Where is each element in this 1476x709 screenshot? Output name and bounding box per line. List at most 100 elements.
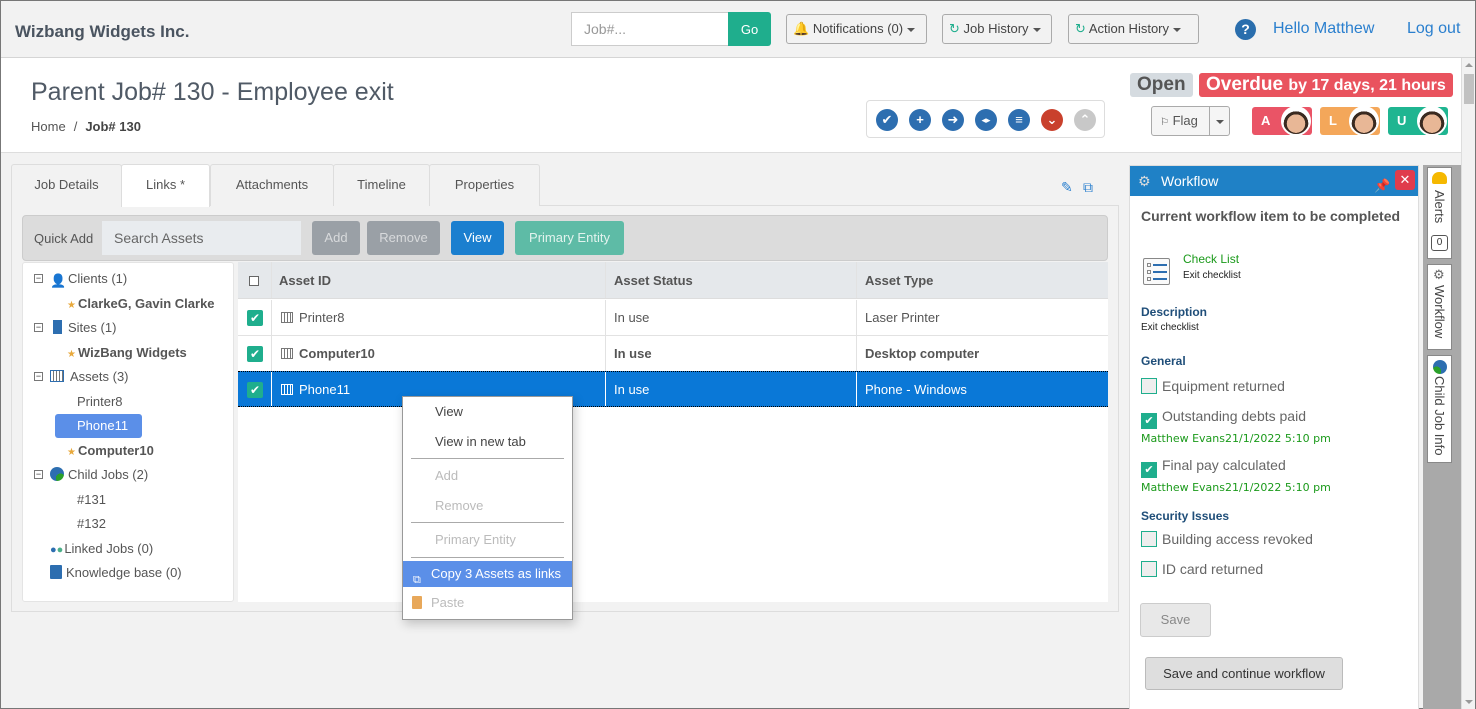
collapse-down-icon[interactable]: ⌄ — [1041, 109, 1063, 131]
complete-action-icon[interactable]: ✔ — [876, 109, 898, 131]
tree-node-child-jobs[interactable]: Child Jobs (2) — [50, 467, 148, 482]
tab-links[interactable]: Links * — [121, 164, 210, 207]
tree-node-knowledge-base[interactable]: Knowledge base (0) — [50, 565, 182, 580]
scroll-up-arrow[interactable] — [1465, 63, 1473, 67]
workflow-panel: ⚙ Workflow 📌 ✕ Current workflow item to … — [1129, 165, 1419, 709]
save-button[interactable]: Save — [1140, 603, 1211, 637]
add-action-icon[interactable]: + — [909, 109, 931, 131]
column-header-asset-status[interactable]: Asset Status — [614, 273, 693, 288]
menu-item-add[interactable]: Add — [403, 463, 572, 489]
tree-node-asset-selected[interactable]: Phone11 — [55, 414, 142, 438]
edit-icon[interactable]: ✎ — [1061, 179, 1077, 195]
primary-entity-button[interactable]: Primary Entity — [515, 221, 624, 255]
menu-item-copy-links[interactable]: ⧉ Copy 3 Assets as links — [403, 561, 572, 587]
checkbox-checked[interactable]: ✔ — [1141, 462, 1157, 478]
search-assets-input[interactable]: Search Assets — [102, 221, 301, 255]
menu-item-remove[interactable]: Remove — [403, 493, 572, 519]
add-button[interactable]: Add — [312, 221, 360, 255]
tab-job-details[interactable]: Job Details — [11, 164, 122, 206]
close-icon[interactable]: ✕ — [1395, 170, 1415, 190]
select-all-checkbox[interactable] — [249, 276, 259, 286]
job-history-label: Job History — [963, 21, 1029, 36]
collapse-sites-toggle[interactable]: − — [34, 323, 43, 332]
flag-dropdown-toggle[interactable] — [1209, 106, 1230, 136]
checkbox[interactable] — [1141, 561, 1157, 577]
checklist-item-building-access[interactable]: Building access revoked — [1141, 531, 1313, 547]
job-search-input[interactable]: Job#... — [571, 12, 729, 46]
asset-id-cell: Computer10 — [281, 346, 375, 361]
checklist-item-equipment-returned[interactable]: Equipment returned — [1141, 378, 1285, 394]
assignee-u-badge[interactable]: U — [1388, 106, 1448, 136]
job-history-dropdown[interactable]: ↻ Job History — [942, 14, 1052, 44]
tree-node-site[interactable]: ★ WizBang Widgets — [67, 345, 187, 360]
menu-item-view[interactable]: View — [403, 399, 572, 425]
rail-tab-child-job-info[interactable]: Child Job Info — [1427, 355, 1452, 463]
help-icon[interactable]: ? — [1235, 19, 1256, 40]
save-continue-workflow-button[interactable]: Save and continue workflow — [1145, 657, 1343, 690]
tab-properties[interactable]: Properties — [429, 164, 540, 206]
breadcrumb-home[interactable]: Home — [31, 119, 66, 134]
star-icon: ★ — [67, 447, 76, 458]
pin-icon[interactable]: 📌 — [1374, 171, 1390, 201]
checkbox[interactable] — [1141, 378, 1157, 394]
row-checkbox[interactable]: ✔ — [247, 310, 263, 326]
view-button[interactable]: View — [451, 221, 504, 255]
rail-tab-workflow[interactable]: ⚙ Workflow — [1427, 264, 1452, 350]
expand-up-icon[interactable]: ⌃ — [1074, 109, 1096, 131]
checklist-subtitle: Exit checklist — [1183, 270, 1241, 281]
copy-icon[interactable]: ⧉ — [1083, 179, 1099, 195]
go-button[interactable]: Go — [728, 12, 771, 46]
brand-name[interactable]: Wizbang Widgets Inc. — [15, 22, 189, 42]
tree-node-asset[interactable]: ★ Computer10 — [67, 443, 154, 458]
table-row-selected[interactable]: ✔ Phone11 In use Phone - Windows — [238, 371, 1108, 407]
child-job-icon — [1433, 360, 1447, 374]
table-row[interactable]: ✔ Computer10 In use Desktop computer — [238, 336, 1108, 372]
person-letter: U — [1397, 113, 1407, 128]
checklist-item-outstanding-debts[interactable]: ✔ Outstanding debts paid — [1141, 408, 1306, 429]
tab-attachments[interactable]: Attachments — [210, 164, 334, 206]
tree-node-linked-jobs[interactable]: ●●Linked Jobs (0) — [50, 541, 153, 556]
tab-timeline[interactable]: Timeline — [333, 164, 430, 206]
remove-button[interactable]: Remove — [367, 221, 440, 255]
assignee-l-badge[interactable]: L — [1320, 106, 1380, 136]
checklist-item-final-pay[interactable]: ✔ Final pay calculated — [1141, 457, 1286, 478]
tree-node-clients[interactable]: 👤 Clients (1) — [50, 271, 127, 288]
tree-node-child-job[interactable]: #131 — [77, 492, 106, 507]
user-greeting-link[interactable]: Hello Matthew — [1273, 20, 1374, 38]
collapse-child-jobs-toggle[interactable]: − — [34, 470, 43, 479]
row-checkbox[interactable]: ✔ — [247, 382, 263, 398]
action-history-dropdown[interactable]: ↻ Action History — [1068, 14, 1199, 44]
job-action-toolbar: ✔ + ➜ ◂▸ ≡ ⌄ ⌃ — [866, 100, 1105, 138]
menu-item-primary-entity[interactable]: Primary Entity — [403, 527, 572, 553]
rail-tab-alerts[interactable]: Alerts 0 — [1427, 167, 1452, 259]
workflow-gears-icon: ⚙ — [1433, 267, 1445, 282]
scroll-down-arrow[interactable] — [1465, 700, 1473, 704]
menu-item-view-new-tab[interactable]: View in new tab — [403, 429, 572, 455]
checkbox-checked[interactable]: ✔ — [1141, 413, 1157, 429]
checklist-link[interactable]: Check List — [1183, 252, 1239, 266]
split-action-icon[interactable]: ◂▸ — [975, 109, 997, 131]
list-action-icon[interactable]: ≡ — [1008, 109, 1030, 131]
page-scrollbar[interactable] — [1461, 58, 1475, 709]
notifications-dropdown[interactable]: 🔔 Notifications (0) — [786, 14, 927, 44]
forward-action-icon[interactable]: ➜ — [942, 109, 964, 131]
checkbox[interactable] — [1141, 531, 1157, 547]
checklist-item-id-card[interactable]: ID card returned — [1141, 561, 1263, 577]
collapse-clients-toggle[interactable]: − — [34, 274, 43, 283]
tree-node-client[interactable]: ★ ClarkeG, Gavin Clarke — [67, 296, 215, 311]
table-row[interactable]: ✔ Printer8 In use Laser Printer — [238, 300, 1108, 336]
logout-link[interactable]: Log out — [1407, 20, 1460, 38]
tree-node-sites[interactable]: Sites (1) — [50, 320, 116, 335]
flag-button[interactable]: ⚐ Flag — [1151, 106, 1210, 136]
column-header-asset-id[interactable]: Asset ID — [279, 273, 331, 288]
column-header-asset-type[interactable]: Asset Type — [865, 273, 933, 288]
row-checkbox[interactable]: ✔ — [247, 346, 263, 362]
scrollbar-thumb[interactable] — [1464, 74, 1474, 104]
tree-node-child-job[interactable]: #132 — [77, 516, 106, 531]
assignee-a-badge[interactable]: A — [1252, 106, 1312, 136]
star-icon: ★ — [67, 300, 76, 311]
tree-node-asset[interactable]: Printer8 — [77, 394, 123, 409]
tree-node-assets[interactable]: Assets (3) — [50, 369, 129, 384]
menu-item-paste[interactable]: Paste — [403, 590, 572, 616]
collapse-assets-toggle[interactable]: − — [34, 372, 43, 381]
